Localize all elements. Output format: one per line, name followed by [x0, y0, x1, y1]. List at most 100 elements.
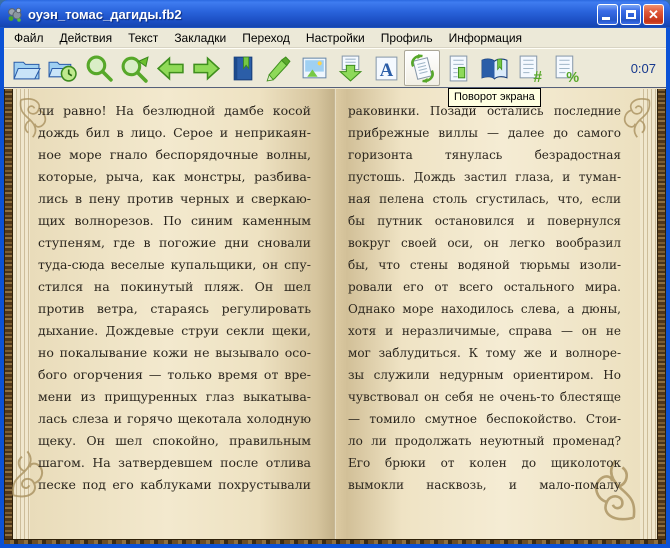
- book-view: ли равно! На безлюдной дамбе косой дождь…: [4, 87, 666, 544]
- text-line: против ветра, стараясь регулировать: [38, 301, 311, 316]
- text-line: мени из прищуренных глаз выкатыва-: [38, 389, 311, 404]
- marker-icon: [265, 55, 291, 81]
- open-book-icon: [481, 58, 507, 80]
- titlebar: оуэн_томас_дагиды.fb2 ✕: [0, 0, 670, 28]
- text-line: лась слеза и горячо щекотала холодную: [38, 411, 311, 426]
- arrow-right-icon: [192, 55, 220, 81]
- goto-line-button[interactable]: #: [512, 50, 548, 86]
- text-line: щеку. Он шел спокойно, правильным: [38, 433, 311, 448]
- text-line: ное море гнало беспорядочные волны,: [38, 147, 311, 162]
- menu-item-file[interactable]: Файл: [6, 29, 52, 47]
- corner-ornament-icon: [618, 92, 652, 144]
- text-line: бы, что стены водяной тюрьмы изоли-: [348, 258, 621, 272]
- svg-text:%: %: [566, 69, 579, 82]
- minimize-icon: [602, 16, 610, 20]
- text-line: Его брюки от колен до щиколоток: [348, 456, 621, 470]
- menubar: Файл Действия Текст Закладки Переход Нас…: [4, 28, 666, 48]
- text-line: которые, рыча, как монстры, разбива-: [38, 169, 311, 184]
- svg-text:A: A: [379, 59, 393, 80]
- menu-item-info[interactable]: Информация: [441, 29, 530, 47]
- picture-icon: [302, 57, 326, 78]
- recent-files-button[interactable]: [44, 50, 80, 86]
- menu-item-navigation[interactable]: Переход: [234, 29, 298, 47]
- text-line: горизонта тянулась безрадостная: [348, 148, 621, 162]
- tooltip: Поворот экрана: [448, 88, 541, 107]
- open-file-button[interactable]: [8, 50, 44, 86]
- percent-document-icon: %: [555, 55, 579, 83]
- autoscroll-button[interactable]: [332, 50, 368, 86]
- text-line: ступеням, где в погожие дни сновали: [38, 235, 311, 250]
- page-layout-button[interactable]: [440, 50, 476, 86]
- text-line: бы путник остановился и повернулся: [348, 214, 621, 228]
- app-icon: [8, 7, 22, 22]
- search-button[interactable]: [80, 50, 116, 86]
- text-line: туда-сюда веселые купальщики, он спу-: [38, 257, 311, 272]
- text-line: шагом. На затвердевшем после отлива: [38, 455, 311, 470]
- back-button[interactable]: [152, 50, 188, 86]
- book-bookmark-icon: [233, 56, 252, 80]
- app-window: оуэн_томас_дагиды.fb2 ✕ Файл Действия Те…: [0, 0, 670, 548]
- magnifier-icon: [86, 55, 113, 82]
- toolbar: A # % 0:07: [4, 48, 666, 87]
- menu-item-actions[interactable]: Действия: [52, 29, 121, 47]
- svg-text:#: #: [533, 68, 542, 82]
- text-line: ная пелена столь сгустилась, что, если: [348, 192, 621, 206]
- reading-timer: 0:07: [630, 60, 656, 76]
- text-line: зы служили недурным ориентиром. Но: [348, 368, 621, 382]
- maximize-icon: [626, 9, 636, 19]
- text-line: ли равно! На безлюдной дамбе косой: [38, 103, 311, 118]
- arrow-down-document-icon: [338, 55, 362, 82]
- text-line: лись в пену против черных и сверкаю-: [38, 191, 311, 206]
- page-section-icon: [449, 55, 467, 81]
- search-next-button[interactable]: [116, 50, 152, 86]
- text-line: Однако море находилось слева, а дюны,: [348, 302, 621, 316]
- menu-item-profile[interactable]: Профиль: [373, 29, 441, 47]
- text-line: но покалывание кожи не вызывало осо-: [38, 345, 311, 360]
- text-line: вымокли насквозь, и мало-помалу: [348, 478, 621, 492]
- font-settings-button[interactable]: A: [368, 50, 404, 86]
- right-page-text: раковинки. Позади остались последние при…: [348, 100, 621, 496]
- text-line: хотя и неразличимые, справа — он не: [348, 324, 621, 338]
- arrow-left-icon: [156, 55, 184, 81]
- ornate-border-right: [657, 89, 666, 539]
- menu-item-bookmarks[interactable]: Закладки: [166, 29, 234, 47]
- hash-document-icon: #: [519, 55, 542, 83]
- text-line: — томило смутное беспокойство. Стои-: [348, 412, 621, 426]
- book-mode-button[interactable]: [476, 50, 512, 86]
- text-line: пустошь. Дождь застил глаза, и туман-: [348, 170, 621, 184]
- text-line: стился на покинутый пляж. Он шел: [38, 279, 311, 294]
- close-icon: ✕: [648, 6, 659, 22]
- folder-open-icon: [12, 61, 41, 79]
- text-line: чувствовал он себя не очень-то блестяще: [348, 390, 621, 404]
- text-line: дождь бил в лицо. Серое и неприкаян-: [38, 125, 311, 140]
- book-gutter: [334, 89, 336, 539]
- text-line: песке под его каблуками похрустывали: [38, 477, 311, 492]
- text-line: мог заблудиться. К тому же и волноре-: [348, 346, 621, 360]
- goto-percent-button[interactable]: %: [548, 50, 584, 86]
- rotate-document-icon: [410, 53, 434, 83]
- text-line: щих волнорезов. По синим каменным: [38, 213, 311, 228]
- magnifier-arrow-icon: [121, 55, 149, 83]
- page-edges-right: [640, 89, 657, 539]
- left-page-text: ли равно! На безлюдной дамбе косой дождь…: [38, 100, 311, 496]
- text-line: вокруг своей оси, он легко вообразил: [348, 236, 621, 250]
- rotate-screen-button[interactable]: [404, 50, 440, 86]
- letter-a-document-icon: A: [375, 56, 397, 80]
- minimize-button[interactable]: [597, 3, 618, 25]
- bookmarks-button[interactable]: [224, 50, 260, 86]
- close-button[interactable]: ✕: [643, 3, 664, 25]
- text-line: дыхание. Дождевые струи секли щеки,: [38, 323, 311, 338]
- menu-item-text[interactable]: Текст: [120, 29, 166, 47]
- highlight-button[interactable]: [260, 50, 296, 86]
- text-line: прибрежные виллы — далее до самого: [348, 126, 621, 140]
- maximize-button[interactable]: [620, 3, 641, 25]
- forward-button[interactable]: [188, 50, 224, 86]
- cover-image-button[interactable]: [296, 50, 332, 86]
- folder-history-icon: [47, 61, 77, 82]
- text-line: ровали его от всего остального мира.: [348, 280, 621, 294]
- text-line: бого огорчения — только время от вре-: [38, 367, 311, 382]
- window-title: оуэн_томас_дагиды.fb2: [28, 6, 182, 22]
- text-line: ло ли продолжать неуютный променад?: [348, 434, 621, 448]
- menu-item-settings[interactable]: Настройки: [298, 29, 373, 47]
- ornate-border-bottom: [4, 539, 666, 544]
